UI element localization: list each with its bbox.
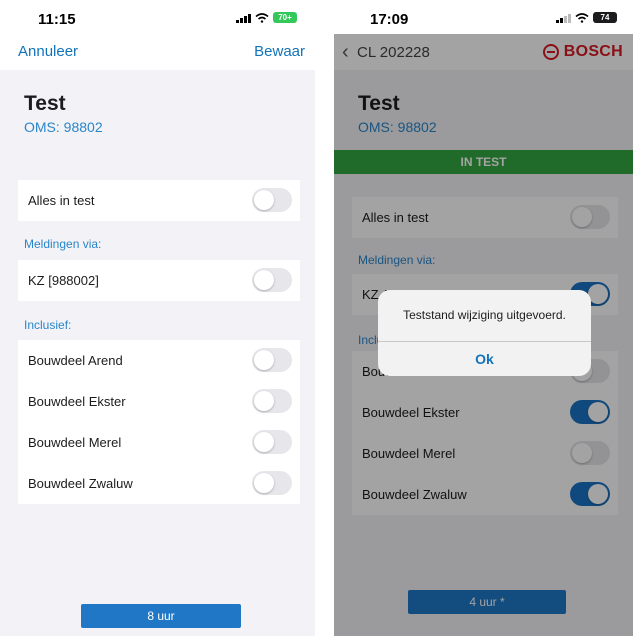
wifi-icon bbox=[575, 12, 589, 23]
building-part-toggle[interactable] bbox=[252, 430, 292, 454]
notification-toggle[interactable] bbox=[252, 268, 292, 292]
nav-bar: Annuleer Bewaar bbox=[0, 34, 315, 70]
list-item-all-in-test[interactable]: Alles in test bbox=[18, 180, 300, 221]
toggle-knob bbox=[254, 432, 274, 452]
signal-icon bbox=[236, 13, 251, 23]
alert-message: Teststand wijziging uitgevoerd. bbox=[403, 308, 566, 322]
left-phone-screen: 11:15 70+ Annuleer Bewaar Test OMS: 9880… bbox=[0, 0, 315, 636]
toggle-knob bbox=[254, 270, 274, 290]
row-label: Bouwdeel Merel bbox=[28, 435, 122, 450]
status-icons: 74 bbox=[556, 12, 617, 23]
battery-icon: 74 bbox=[593, 12, 617, 23]
row-label: Bouwdeel Arend bbox=[28, 353, 123, 368]
all-in-test-toggle[interactable] bbox=[252, 188, 292, 212]
status-time: 11:15 bbox=[38, 11, 76, 28]
page-header: Test OMS: 98802 bbox=[0, 70, 315, 150]
notifications-section: KZ [988002] bbox=[18, 260, 300, 301]
row-label: KZ [988002] bbox=[28, 273, 99, 288]
status-time: 17:09 bbox=[370, 11, 409, 28]
list-item-building-part[interactable]: Bouwdeel Merel bbox=[18, 422, 300, 463]
building-part-toggle[interactable] bbox=[252, 348, 292, 372]
toggle-knob bbox=[254, 473, 274, 493]
signal-icon bbox=[556, 13, 571, 23]
page-title: Test bbox=[24, 92, 66, 115]
notifications-heading: Meldingen via: bbox=[24, 237, 102, 251]
inclusive-section: Bouwdeel Arend Bouwdeel Ekster Bouwdeel … bbox=[18, 340, 300, 504]
alert-dialog: Teststand wijziging uitgevoerd. Ok bbox=[378, 290, 591, 376]
right-phone-screen: 17:09 74 ‹ CL 202228 BOSCH Test OMS: 988… bbox=[334, 0, 633, 636]
all-in-test-section: Alles in test bbox=[18, 180, 300, 221]
page-subtitle: OMS: 98802 bbox=[24, 119, 103, 135]
alert-ok-button[interactable]: Ok bbox=[378, 342, 591, 376]
toggle-knob bbox=[254, 391, 274, 411]
toggle-knob bbox=[254, 350, 274, 370]
status-icons: 70+ bbox=[236, 12, 297, 23]
inclusive-heading: Inclusief: bbox=[24, 318, 72, 332]
duration-button[interactable]: 8 uur bbox=[81, 604, 241, 628]
building-part-toggle[interactable] bbox=[252, 471, 292, 495]
list-item-notification[interactable]: KZ [988002] bbox=[18, 260, 300, 301]
save-button[interactable]: Bewaar bbox=[254, 43, 305, 60]
toggle-knob bbox=[254, 190, 274, 210]
status-bar: 17:09 74 bbox=[334, 0, 633, 34]
cancel-button[interactable]: Annuleer bbox=[18, 43, 78, 60]
building-part-toggle[interactable] bbox=[252, 389, 292, 413]
battery-icon: 70+ bbox=[273, 12, 297, 23]
list-item-building-part[interactable]: Bouwdeel Arend bbox=[18, 340, 300, 381]
status-bar: 11:15 70+ bbox=[0, 0, 315, 34]
list-item-building-part[interactable]: Bouwdeel Ekster bbox=[18, 381, 300, 422]
row-label: Bouwdeel Zwaluw bbox=[28, 476, 133, 491]
list-item-building-part[interactable]: Bouwdeel Zwaluw bbox=[18, 463, 300, 504]
row-label: Bouwdeel Ekster bbox=[28, 394, 126, 409]
row-label: Alles in test bbox=[28, 193, 95, 208]
wifi-icon bbox=[255, 12, 269, 23]
